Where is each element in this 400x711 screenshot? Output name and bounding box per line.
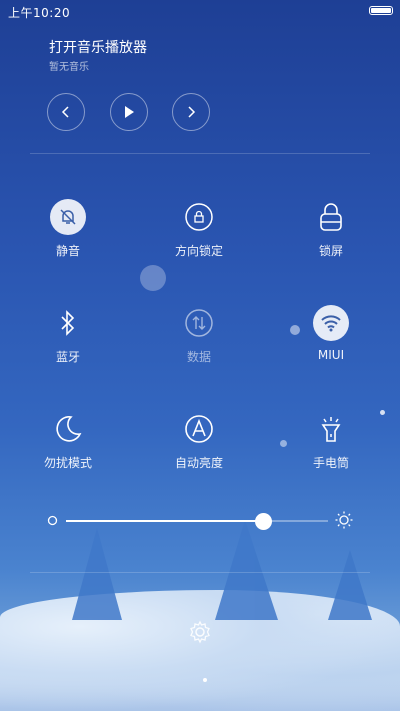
prev-track-button[interactable]	[47, 93, 85, 131]
toggle-wifi[interactable]: MIUI	[276, 305, 386, 375]
divider	[30, 153, 370, 154]
toggle-label: 方向锁定	[174, 244, 223, 258]
divider	[30, 572, 370, 573]
music-player-subtitle: 暂无音乐	[49, 62, 89, 73]
moon-icon	[50, 411, 86, 447]
play-button[interactable]	[110, 93, 148, 131]
toggle-flashlight[interactable]: 手电筒	[276, 411, 386, 481]
music-player-title[interactable]: 打开音乐播放器	[49, 37, 147, 57]
chevron-right-icon	[188, 106, 196, 118]
toggle-label: 锁屏	[318, 244, 343, 258]
pine-trees-decoration	[72, 520, 372, 620]
status-time: 上午10:20	[8, 6, 71, 20]
brightness-slider[interactable]	[66, 513, 328, 530]
toggle-lock-screen[interactable]: 锁屏	[276, 199, 386, 269]
brightness-slider-thumb[interactable]	[254, 513, 272, 530]
chevron-left-icon	[61, 106, 69, 118]
toggle-label: 数据	[186, 350, 211, 364]
auto-brightness-icon	[181, 411, 217, 447]
gear-icon[interactable]	[188, 620, 212, 644]
page-indicator-dot	[203, 678, 207, 682]
rotation-lock-icon	[181, 199, 217, 235]
toggle-bluetooth[interactable]: 蓝牙	[13, 305, 123, 375]
bell-off-icon	[50, 199, 86, 235]
toggle-label: 手电筒	[312, 456, 349, 470]
toggle-rotation-lock[interactable]: 方向锁定	[144, 199, 254, 269]
toggle-label: 蓝牙	[55, 350, 80, 364]
wifi-icon	[313, 305, 349, 341]
flashlight-icon	[313, 411, 349, 447]
toggle-label: 静音	[55, 244, 80, 258]
bluetooth-icon	[50, 305, 86, 341]
brightness-low-icon	[47, 515, 58, 526]
toggle-label: 勿扰模式	[43, 456, 92, 470]
brightness-high-icon	[335, 511, 353, 529]
battery-icon	[369, 6, 393, 15]
toggle-mute[interactable]: 静音	[13, 199, 123, 269]
brightness-slider-fill	[66, 520, 263, 522]
play-icon	[125, 106, 134, 118]
toggle-label: MIUI	[317, 348, 345, 362]
lock-icon	[313, 199, 349, 235]
toggle-do-not-disturb[interactable]: 勿扰模式	[13, 411, 123, 481]
data-arrows-icon	[181, 305, 217, 341]
toggle-label: 自动亮度	[174, 456, 223, 470]
toggle-auto-brightness[interactable]: 自动亮度	[144, 411, 254, 481]
toggle-mobile-data[interactable]: 数据	[144, 305, 254, 375]
next-track-button[interactable]	[172, 93, 210, 131]
